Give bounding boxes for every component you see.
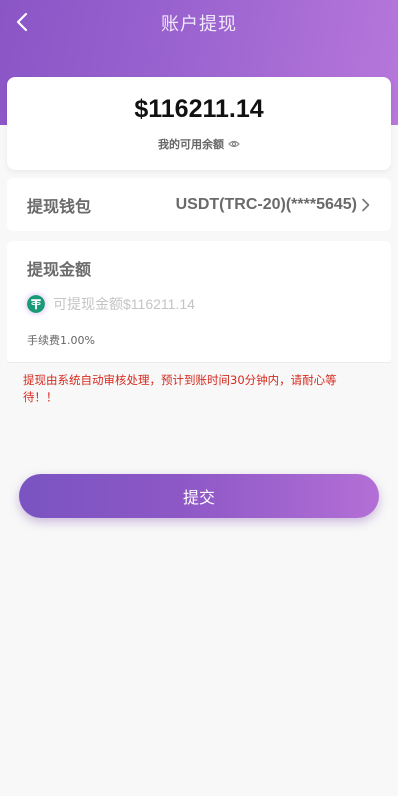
- withdraw-wallet-selector[interactable]: 提现钱包 USDT(TRC-20)(****5645): [7, 178, 391, 231]
- balance-label-row: 我的可用余额: [7, 136, 391, 152]
- chevron-right-icon: [362, 198, 370, 211]
- divider: [7, 362, 391, 363]
- fee-text: 手续费1.00%: [27, 334, 95, 347]
- wallet-label: 提现钱包: [27, 196, 92, 216]
- withdraw-amount-input[interactable]: [53, 296, 377, 312]
- balance-label: 我的可用余额: [158, 138, 224, 151]
- balance-card: $116211.14 我的可用余额: [7, 77, 391, 170]
- wallet-value: USDT(TRC-20)(****5645): [175, 195, 357, 213]
- withdraw-amount-title: 提现金额: [27, 260, 92, 279]
- wallet-value-wrap: USDT(TRC-20)(****5645): [176, 196, 371, 214]
- withdraw-amount-card: 提现金额 手续费1.00%: [7, 241, 391, 363]
- withdraw-notice: 提现由系统自动审核处理，预计到账时间30分钟内，请耐心等待！！: [23, 373, 337, 404]
- amount-input-row: [27, 293, 377, 315]
- eye-icon[interactable]: [228, 139, 240, 149]
- usdt-icon: [27, 295, 45, 313]
- balance-amount: $116211.14: [134, 95, 264, 123]
- page-title: 账户提现: [161, 14, 237, 35]
- submit-button[interactable]: 提交: [19, 474, 379, 518]
